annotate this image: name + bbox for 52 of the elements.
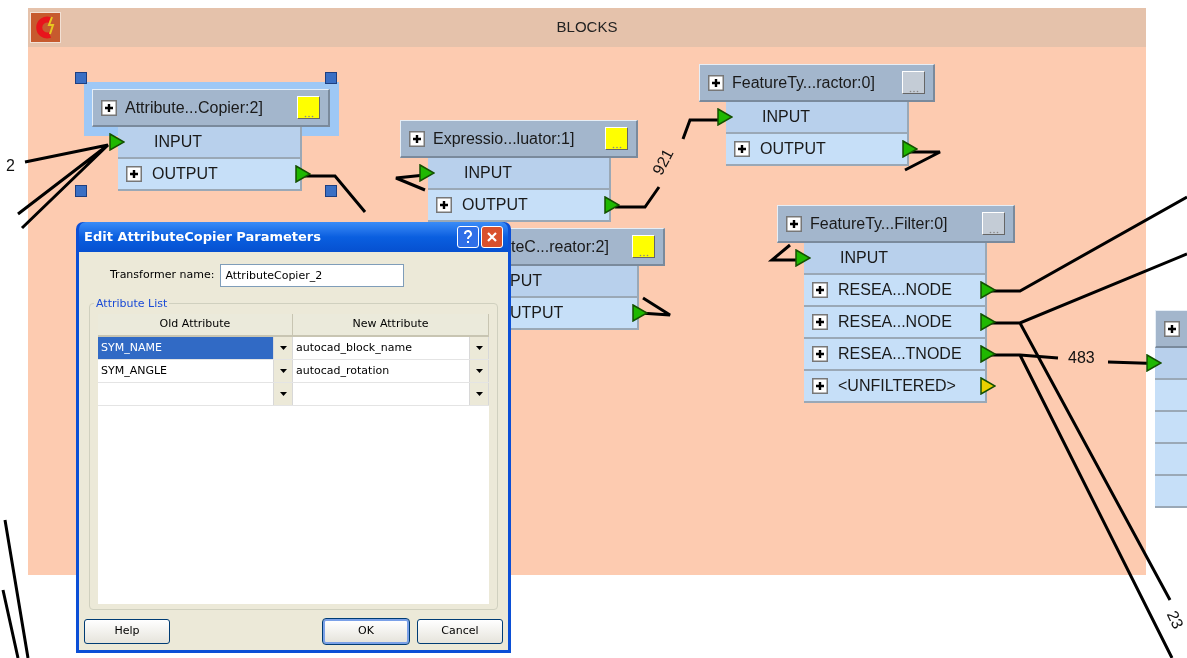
column-header[interactable]: Old Attribute: [98, 314, 293, 337]
port-label: INPUT: [839, 248, 888, 268]
output-port[interactable]: OUTPUT: [726, 134, 909, 166]
column-header[interactable]: New Attribute: [293, 314, 489, 337]
output-port[interactable]: <UNFILTERED>: [804, 371, 987, 403]
transformer-title: FeatureTy...Filter:0]: [810, 213, 948, 234]
transformer-title: Attribute...Copier:2]: [125, 97, 263, 118]
port-label: RESEA...NODE: [837, 280, 952, 300]
dialog-button[interactable]: OK: [323, 619, 409, 644]
input-port[interactable]: INPUT: [118, 127, 302, 159]
port-label: RESEA...TNODE: [837, 344, 962, 364]
field-label: Transformer name:: [110, 267, 215, 284]
port-label: RESEA...NODE: [837, 312, 952, 332]
transformer-header[interactable]: Expressio...luator:1]: [400, 120, 638, 158]
connection-count: 483: [1068, 348, 1095, 368]
bookmark-title: BLOCKS: [556, 17, 618, 38]
output-port[interactable]: OUTPUT: [118, 159, 302, 191]
transformer-header[interactable]: FeatureTy...ractor:0]: [699, 64, 935, 102]
table-row[interactable]: SYM_NAME autocad_block_name: [98, 337, 489, 360]
connection-count: 23: [1162, 607, 1187, 634]
dialog-button[interactable]: Cancel: [417, 619, 503, 644]
input-port[interactable]: INPUT: [428, 158, 611, 190]
port-label: OUTPUT: [151, 164, 218, 184]
table-row[interactable]: SYM_ANGLE autocad_rotation: [98, 360, 489, 383]
port-label: OUTPUT: [759, 139, 826, 159]
output-port[interactable]: RESEA...TNODE: [804, 339, 987, 371]
dialog-title: Edit AttributeCopier Parameters: [84, 228, 321, 247]
transformer-header[interactable]: Attribute...Copier:2]: [92, 89, 330, 127]
output-port[interactable]: RESEA...NODE: [804, 307, 987, 339]
input-port[interactable]: PUT: [510, 266, 639, 298]
transformer-header[interactable]: teC...reator:2]: [510, 228, 665, 266]
output-port[interactable]: RESEA...NODE: [804, 275, 987, 307]
output-port[interactable]: UTPUT: [510, 298, 639, 330]
input-port[interactable]: INPUT: [726, 102, 909, 134]
table-cell[interactable]: SYM_NAME: [98, 337, 273, 359]
port-label: <UNFILTERED>: [837, 376, 956, 396]
transformer-title: Expressio...luator:1]: [433, 128, 575, 149]
transformer-name-field[interactable]: AttributeCopier_2: [220, 264, 405, 287]
port-label: INPUT: [761, 107, 810, 127]
port-label: UTPUT: [510, 303, 564, 323]
connection-count: 921: [648, 145, 678, 180]
port-label: INPUT: [463, 163, 512, 183]
connection-count: 2: [6, 156, 15, 176]
transformer-title: FeatureTy...ractor:0]: [732, 72, 875, 93]
port-label: PUT: [510, 271, 542, 291]
transformer-title: teC...reator:2]: [511, 236, 609, 257]
dialog-button[interactable]: Help: [84, 619, 170, 644]
port-label: OUTPUT: [461, 195, 528, 215]
port-label: INPUT: [153, 132, 202, 152]
transformer-header[interactable]: FeatureTy...Filter:0]: [777, 205, 1015, 243]
input-port[interactable]: INPUT: [804, 243, 987, 275]
output-port[interactable]: OUTPUT: [428, 190, 611, 222]
